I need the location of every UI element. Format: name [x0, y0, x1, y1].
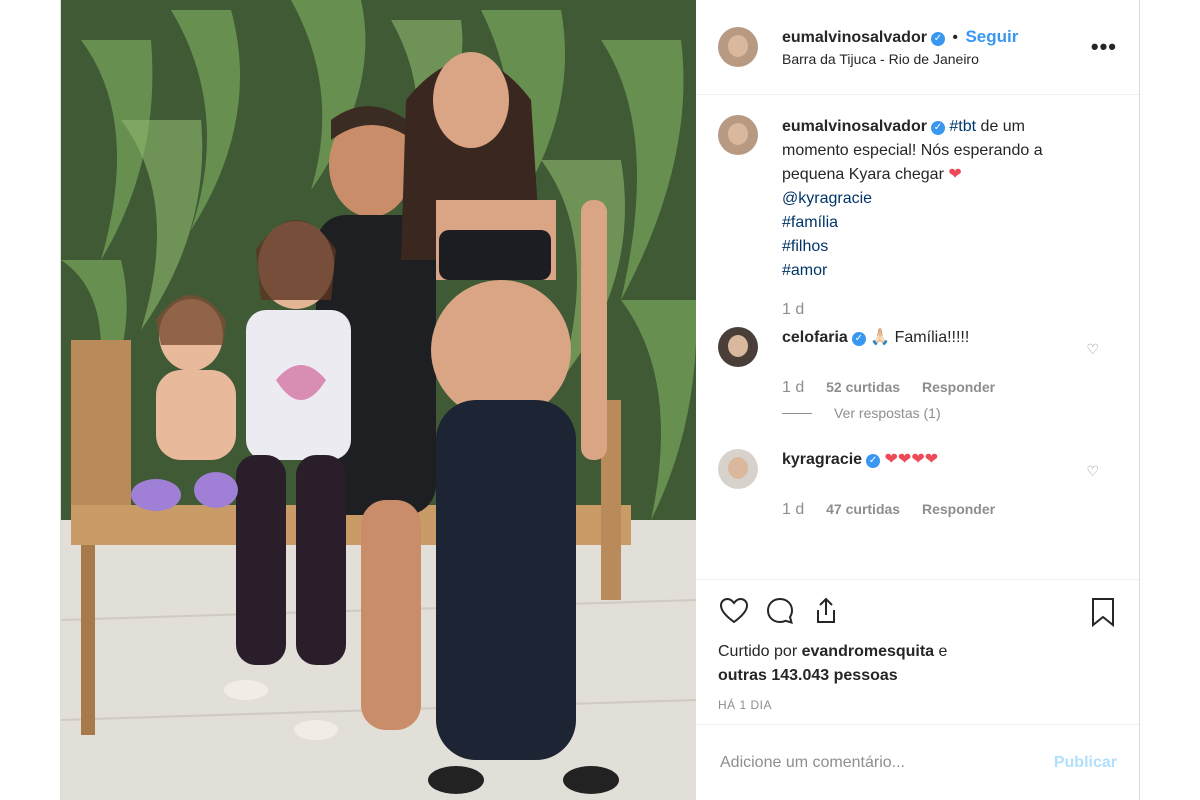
caption-text: eumalvinosalvador ✓ #tbt de um momento es… [782, 115, 1092, 283]
post-photo[interactable] [61, 0, 696, 800]
bookmark-icon[interactable] [1089, 596, 1117, 628]
comment-text: kyragracie ✓ ❤❤❤❤ [782, 449, 1092, 489]
comment-likes[interactable]: 47 curtidas [826, 501, 900, 517]
mention-kyragracie[interactable]: @kyragracie [782, 187, 1092, 211]
add-comment-input[interactable] [718, 752, 1022, 773]
separator-dot: • [952, 29, 959, 46]
reply-button[interactable]: Responder [922, 379, 995, 395]
commenter-avatar[interactable] [718, 449, 758, 489]
comment-row: kyragracie ✓ ❤❤❤❤ ♡ [718, 449, 1117, 489]
instagram-post: eumalvinosalvador ✓ • Seguir Barra da Tij… [60, 0, 1140, 800]
comment-like-heart-icon[interactable]: ♡ [1086, 341, 1099, 358]
comment-author[interactable]: celofaria [782, 329, 848, 346]
comment-meta: 1 d 47 curtidas Responder [782, 501, 1117, 519]
post-timestamp[interactable]: HÁ 1 DIA [718, 698, 1117, 712]
comment-text: celofaria ✓ 🙏🏻 Família!!!!! [782, 327, 1092, 367]
verified-badge-icon: ✓ [866, 454, 881, 468]
caption-time[interactable]: 1 d [782, 301, 804, 318]
comment-likes[interactable]: 52 curtidas [826, 379, 900, 395]
comment-row: celofaria ✓ 🙏🏻 Família!!!!! ♡ [718, 327, 1117, 367]
comment-meta: 1 d 52 curtidas Responder [782, 379, 1117, 397]
caption-row: eumalvinosalvador ✓ #tbt de um momento es… [718, 115, 1117, 283]
add-comment-bar: Publicar [696, 724, 1139, 800]
post-header: eumalvinosalvador ✓ • Seguir Barra da Tij… [696, 0, 1139, 95]
caption-author[interactable]: eumalvinosalvador [782, 118, 927, 135]
author-info: eumalvinosalvador ✓ • Seguir Barra da Tij… [782, 27, 1018, 67]
liked-by-prefix: Curtido por [718, 643, 802, 660]
share-icon[interactable] [810, 595, 842, 627]
hashtag-filhos[interactable]: #filhos [782, 235, 1092, 259]
comment-body: 🙏🏻 Família!!!!! [870, 329, 970, 346]
author-username[interactable]: eumalvinosalvador [782, 29, 927, 46]
hashtag-familia[interactable]: #família [782, 211, 1092, 235]
commenter-avatar[interactable] [718, 327, 758, 367]
follow-button[interactable]: Seguir [965, 27, 1018, 46]
comment-like-heart-icon[interactable]: ♡ [1086, 463, 1099, 480]
view-replies[interactable]: Ver respostas (1) [782, 405, 1117, 421]
post-details-panel: eumalvinosalvador ✓ • Seguir Barra da Tij… [696, 0, 1139, 800]
comment-bubble-icon[interactable] [764, 595, 796, 627]
caption-author-avatar[interactable] [718, 115, 758, 155]
author-avatar[interactable] [718, 27, 758, 67]
comment-time[interactable]: 1 d [782, 501, 804, 518]
post-actions: Curtido por evandromesquita e outras 143… [696, 579, 1139, 724]
action-icons [718, 594, 1117, 628]
publish-button[interactable]: Publicar [1054, 754, 1117, 772]
comment-body: ❤❤❤❤ [884, 451, 939, 468]
post-location[interactable]: Barra da Tijuca - Rio de Janeiro [782, 51, 1018, 67]
liked-by-user[interactable]: evandromesquita [802, 643, 934, 660]
verified-badge-icon: ✓ [930, 32, 945, 46]
like-heart-icon[interactable] [718, 595, 750, 627]
view-replies-label[interactable]: Ver respostas (1) [834, 405, 941, 421]
likes-summary: Curtido por evandromesquita e outras 143… [718, 640, 1117, 688]
liked-by-others[interactable]: outras 143.043 pessoas [718, 667, 898, 684]
liked-by-connector: e [934, 643, 948, 660]
hashtag-amor[interactable]: #amor [782, 259, 1092, 283]
family-photo-illustration [61, 0, 696, 800]
replies-divider [782, 412, 812, 414]
comment-author[interactable]: kyragracie [782, 451, 862, 468]
comment-time[interactable]: 1 d [782, 379, 804, 396]
caption-meta: 1 d [782, 301, 1117, 319]
reply-button[interactable]: Responder [922, 501, 995, 517]
verified-badge-icon: ✓ [851, 332, 866, 346]
red-heart-emoji: ❤ [948, 166, 962, 183]
hashtag-tbt[interactable]: #tbt [949, 118, 976, 135]
comments-section: eumalvinosalvador ✓ #tbt de um momento es… [696, 95, 1139, 579]
more-options-icon[interactable]: ••• [1091, 34, 1117, 60]
verified-badge-icon: ✓ [930, 121, 945, 135]
